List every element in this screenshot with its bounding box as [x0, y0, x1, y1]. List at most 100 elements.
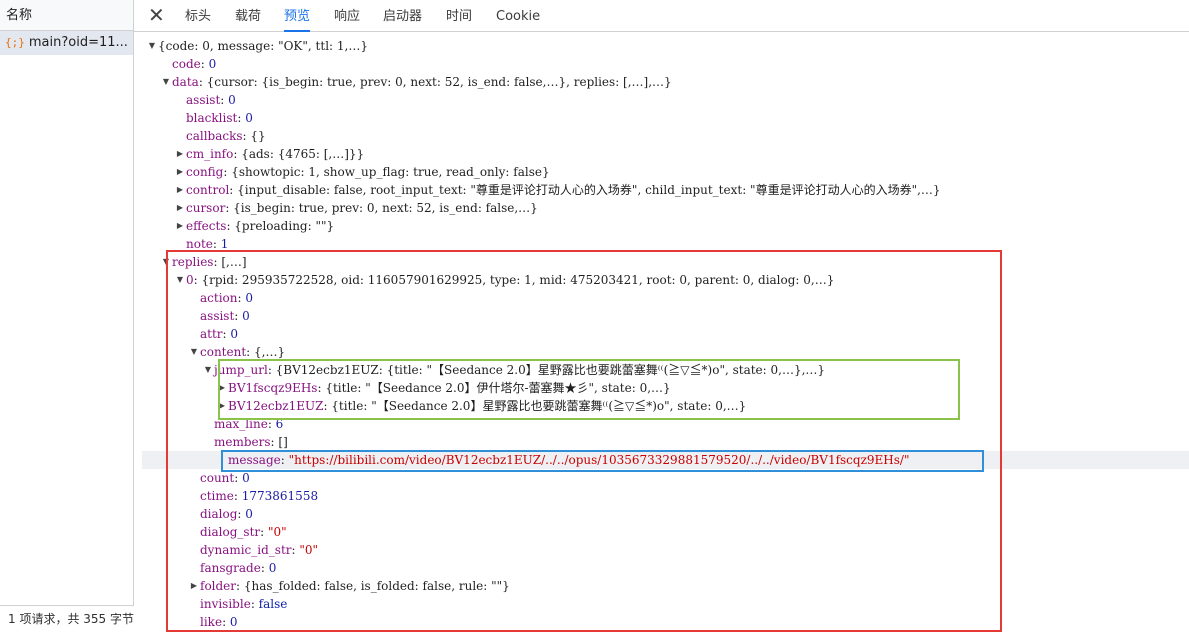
tree-row[interactable]: ▶ effects: {preloading: ""}	[174, 217, 334, 235]
close-icon[interactable]: ✕	[148, 4, 168, 26]
tree-row: dynamic_id_str: "0"	[188, 541, 318, 559]
expand-caret-icon[interactable]: ▼	[202, 361, 214, 379]
json-separator: :	[260, 525, 268, 539]
collapse-caret-icon[interactable]: ▶	[174, 217, 186, 235]
json-value: 0	[229, 615, 238, 629]
tree-row[interactable]: ▶ folder: {has_folded: false, is_folded: …	[188, 577, 510, 595]
json-value: [,…]	[221, 255, 247, 269]
json-value: {preloading: ""}	[234, 219, 335, 233]
collapse-caret-icon[interactable]: ▶	[216, 379, 228, 397]
collapse-caret-icon[interactable]: ▶	[188, 577, 200, 595]
request-item-label: main?oid=11...	[28, 35, 128, 50]
json-separator: :	[220, 93, 229, 107]
json-key: invisible	[200, 597, 251, 611]
json-value: 0	[228, 93, 236, 107]
json-value: {has_folded: false, is_folded: false, ru…	[243, 579, 510, 593]
json-separator: :	[234, 309, 243, 323]
json-value: {}	[250, 129, 266, 143]
tree-row[interactable]: ▶ config: {showtopic: 1, show_up_flag: tr…	[174, 163, 550, 181]
json-key: callbacks	[186, 129, 243, 143]
json-value: {showtopic: 1, show_up_flag: true, read_…	[231, 165, 550, 179]
json-value: 0	[245, 507, 253, 521]
json-key: max_line	[214, 417, 268, 431]
json-separator: :	[267, 417, 276, 431]
tab-headers[interactable]: 标头	[185, 0, 211, 32]
json-separator: :	[229, 183, 238, 197]
tree-row[interactable]: ▶ cm_info: {ads: {4765: [,…]}}	[174, 145, 364, 163]
tree-row[interactable]: ▼ content: {,…}	[188, 343, 285, 361]
json-value: "0"	[268, 525, 287, 539]
json-key: replies	[172, 255, 214, 269]
tab-timing[interactable]: 时间	[446, 0, 472, 32]
collapse-caret-icon[interactable]: ▶	[174, 145, 186, 163]
json-value: "https://bilibili.com/video/BV12ecbz1EUZ…	[288, 453, 910, 467]
tree-row[interactable]: ▼ replies: [,…]	[160, 253, 247, 271]
json-key: effects	[186, 219, 227, 233]
request-list-panel: 名称 {;} main?oid=11... 1 项请求，共 355 字节	[0, 0, 134, 631]
request-item[interactable]: {;} main?oid=11...	[0, 31, 133, 55]
json-key: members	[214, 435, 271, 449]
json-key: BV12ecbz1EUZ	[228, 399, 324, 413]
tab-initiator[interactable]: 启动器	[383, 0, 422, 32]
collapse-caret-icon[interactable]: ▶	[174, 163, 186, 181]
tree-row[interactable]: ▼ {code: 0, message: "OK", ttl: 1,…}	[146, 37, 368, 55]
json-separator: :	[200, 57, 209, 71]
json-separator: :	[193, 273, 202, 287]
json-value: "0"	[299, 543, 319, 557]
json-separator: :	[280, 453, 289, 467]
json-key: 0	[186, 273, 194, 287]
tree-row[interactable]: ▼ 0: {rpid: 295935722528, oid: 1160579016…	[174, 271, 834, 289]
json-separator: :	[260, 561, 269, 575]
expand-caret-icon[interactable]: ▼	[174, 271, 186, 289]
tree-row: assist: 0	[188, 307, 250, 325]
json-value: 0	[242, 309, 250, 323]
json-key: note	[186, 237, 213, 251]
json-key: action	[200, 291, 238, 305]
json-key: folder	[200, 579, 237, 593]
tab-preview[interactable]: 预览	[284, 0, 311, 32]
tree-row: attr: 0	[188, 325, 238, 343]
json-value: 0	[230, 327, 239, 341]
json-key: fansgrade	[200, 561, 261, 575]
tree-row[interactable]: ▼ data: {cursor: {is_begin: true, prev: 0…	[160, 73, 672, 91]
json-key: assist	[200, 309, 235, 323]
json-value: {rpid: 295935722528, oid: 11605790162992…	[201, 273, 835, 287]
collapse-caret-icon[interactable]: ▶	[174, 181, 186, 199]
json-key: dialog	[200, 507, 238, 521]
json-key: message	[228, 453, 281, 467]
tree-row[interactable]: ▶ control: {input_disable: false, root_in…	[174, 181, 941, 199]
json-key: jump_url	[214, 363, 268, 377]
expand-caret-icon[interactable]: ▼	[146, 37, 158, 55]
json-key: dynamic_id_str	[200, 543, 292, 557]
tree-row[interactable]: ▶ BV12ecbz1EUZ: {title: "【Seedance 2.0】星野…	[216, 397, 746, 415]
json-value: {BV12ecbz1EUZ: {title: "【Seedance 2.0】星野…	[275, 363, 826, 377]
json-value: {input_disable: false, root_input_text: …	[237, 183, 941, 197]
tree-row: like: 0	[188, 613, 238, 631]
name-column-header[interactable]: 名称	[0, 0, 133, 31]
tree-row: ctime: 1773861558	[188, 487, 318, 505]
json-value: {title: "【Seedance 2.0】星野露比也要跳蕾塞舞⁽⁽(≧▽≦*…	[331, 399, 747, 413]
json-key: blacklist	[186, 111, 238, 125]
json-separator: :	[234, 471, 243, 485]
tree-row: count: 0	[188, 469, 250, 487]
collapse-caret-icon[interactable]: ▶	[216, 397, 228, 415]
json-separator: :	[225, 201, 234, 215]
tab-response[interactable]: 响应	[334, 0, 360, 32]
json-value: {ads: {4765: [,…]}}	[241, 147, 365, 161]
json-value: 0	[268, 561, 277, 575]
json-key: data	[172, 75, 199, 89]
json-preview-tree: ▼ {code: 0, message: "OK", ttl: 1,…} code:…	[134, 33, 1189, 631]
json-separator: :	[246, 345, 255, 359]
json-key: BV1fscqz9EHs	[228, 381, 318, 395]
tree-row[interactable]: ▶ cursor: {is_begin: true, prev: 0, next:…	[174, 199, 538, 217]
expand-caret-icon[interactable]: ▼	[160, 253, 172, 271]
json-value: {code: 0, message: "OK", ttl: 1,…}	[158, 39, 368, 53]
tab-cookies[interactable]: Cookie	[496, 0, 540, 32]
tab-payload[interactable]: 载荷	[235, 0, 261, 32]
collapse-caret-icon[interactable]: ▶	[174, 199, 186, 217]
json-value: {,…}	[254, 345, 286, 359]
tree-row[interactable]: ▼ jump_url: {BV12ecbz1EUZ: {title: "【Seed…	[202, 361, 825, 379]
tree-row[interactable]: ▶ BV1fscqz9EHs: {title: "【Seedance 2.0】伊什…	[216, 379, 671, 397]
expand-caret-icon[interactable]: ▼	[188, 343, 200, 361]
expand-caret-icon[interactable]: ▼	[160, 73, 172, 91]
